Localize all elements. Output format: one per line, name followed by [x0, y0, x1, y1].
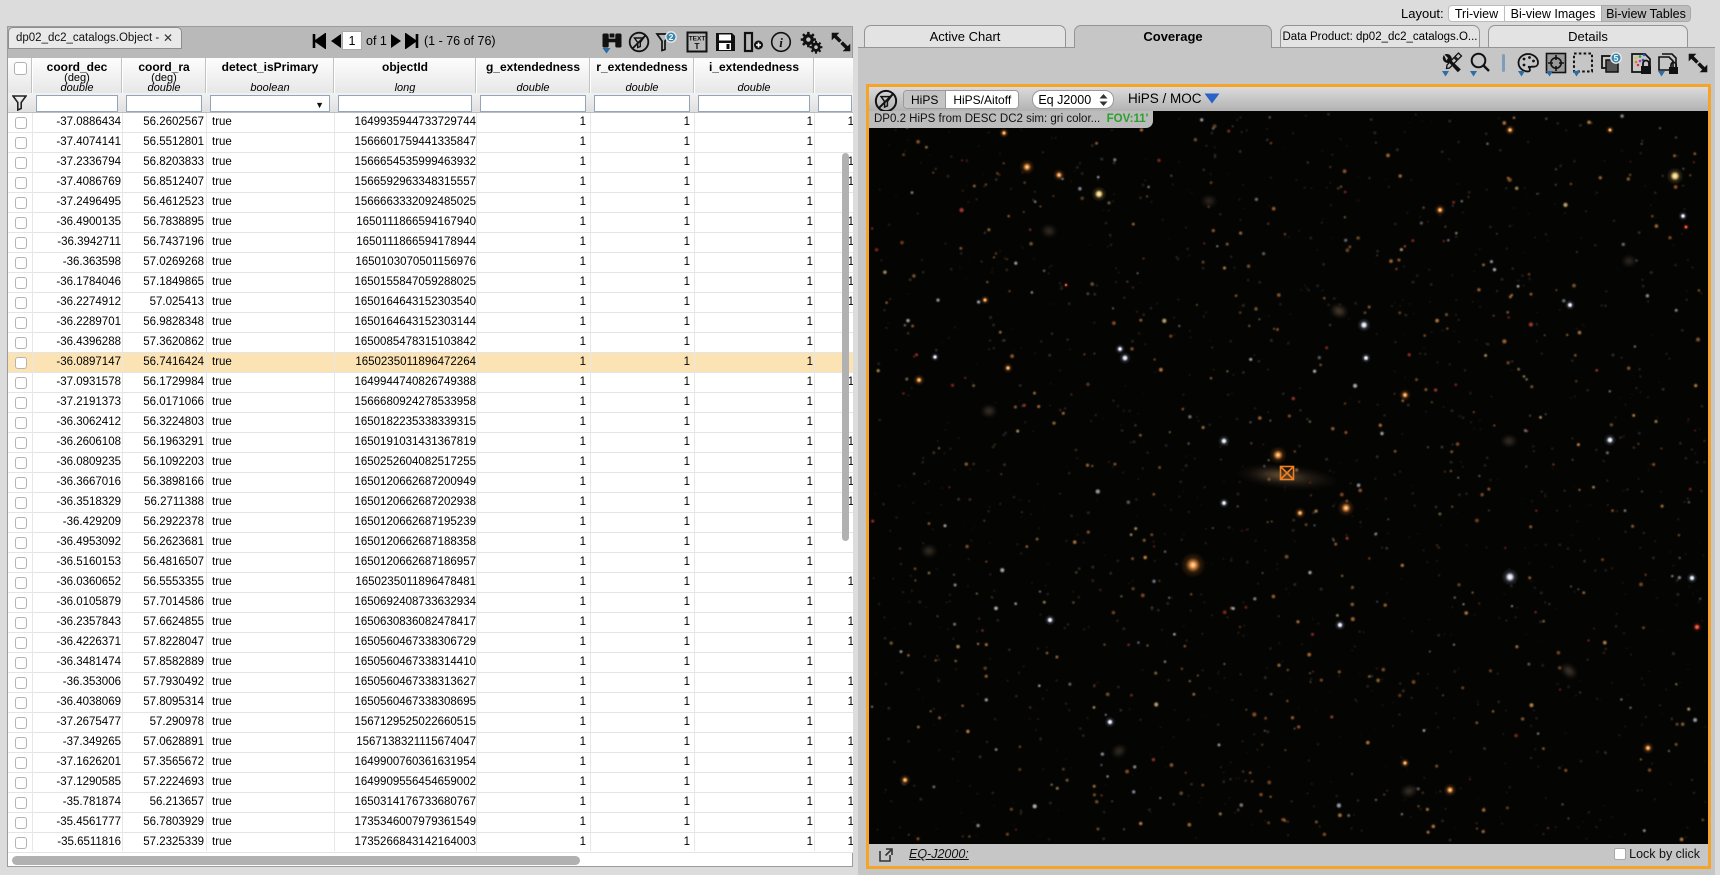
svg-text:5: 5	[1614, 53, 1619, 63]
